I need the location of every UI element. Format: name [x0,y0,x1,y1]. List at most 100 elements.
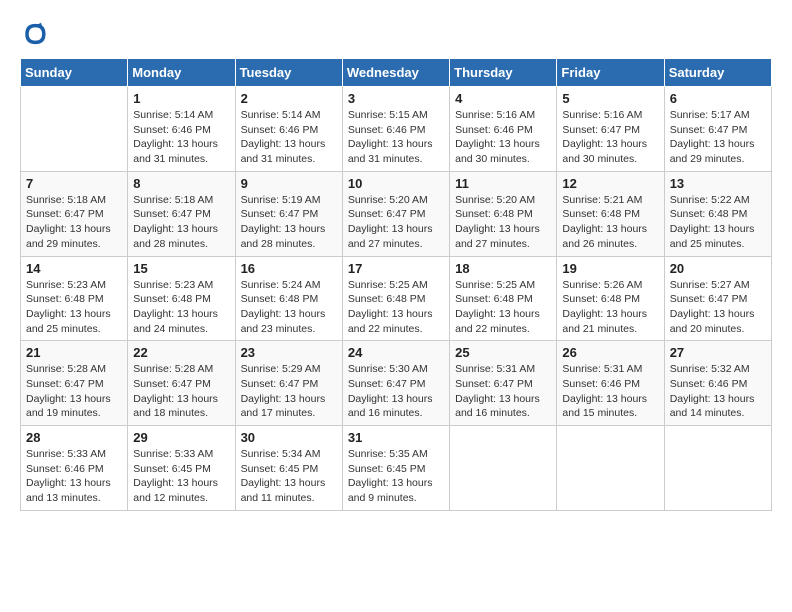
day-info: Sunrise: 5:34 AM Sunset: 6:45 PM Dayligh… [241,447,337,506]
day-number: 14 [26,261,122,276]
day-info: Sunrise: 5:23 AM Sunset: 6:48 PM Dayligh… [26,278,122,337]
calendar-cell: 20 Sunrise: 5:27 AM Sunset: 6:47 PM Dayl… [664,256,771,341]
day-number: 23 [241,345,337,360]
day-info: Sunrise: 5:15 AM Sunset: 6:46 PM Dayligh… [348,108,444,167]
day-number: 18 [455,261,551,276]
day-number: 21 [26,345,122,360]
day-info: Sunrise: 5:30 AM Sunset: 6:47 PM Dayligh… [348,362,444,421]
calendar-cell: 30 Sunrise: 5:34 AM Sunset: 6:45 PM Dayl… [235,426,342,511]
day-info: Sunrise: 5:20 AM Sunset: 6:48 PM Dayligh… [455,193,551,252]
calendar-cell [450,426,557,511]
weekday-header-row: SundayMondayTuesdayWednesdayThursdayFrid… [21,59,772,87]
day-info: Sunrise: 5:24 AM Sunset: 6:48 PM Dayligh… [241,278,337,337]
calendar-cell: 24 Sunrise: 5:30 AM Sunset: 6:47 PM Dayl… [342,341,449,426]
day-info: Sunrise: 5:19 AM Sunset: 6:47 PM Dayligh… [241,193,337,252]
calendar-cell: 13 Sunrise: 5:22 AM Sunset: 6:48 PM Dayl… [664,171,771,256]
day-number: 30 [241,430,337,445]
day-info: Sunrise: 5:20 AM Sunset: 6:47 PM Dayligh… [348,193,444,252]
calendar-cell: 28 Sunrise: 5:33 AM Sunset: 6:46 PM Dayl… [21,426,128,511]
calendar-cell: 10 Sunrise: 5:20 AM Sunset: 6:47 PM Dayl… [342,171,449,256]
day-number: 16 [241,261,337,276]
day-info: Sunrise: 5:16 AM Sunset: 6:47 PM Dayligh… [562,108,658,167]
day-number: 28 [26,430,122,445]
calendar-week-row: 1 Sunrise: 5:14 AM Sunset: 6:46 PM Dayli… [21,87,772,172]
calendar-cell: 23 Sunrise: 5:29 AM Sunset: 6:47 PM Dayl… [235,341,342,426]
day-info: Sunrise: 5:29 AM Sunset: 6:47 PM Dayligh… [241,362,337,421]
day-info: Sunrise: 5:21 AM Sunset: 6:48 PM Dayligh… [562,193,658,252]
day-number: 22 [133,345,229,360]
calendar-body: 1 Sunrise: 5:14 AM Sunset: 6:46 PM Dayli… [21,87,772,511]
calendar-cell: 5 Sunrise: 5:16 AM Sunset: 6:47 PM Dayli… [557,87,664,172]
calendar-cell: 21 Sunrise: 5:28 AM Sunset: 6:47 PM Dayl… [21,341,128,426]
logo [20,20,50,48]
day-number: 29 [133,430,229,445]
day-number: 27 [670,345,766,360]
day-info: Sunrise: 5:33 AM Sunset: 6:45 PM Dayligh… [133,447,229,506]
calendar-week-row: 28 Sunrise: 5:33 AM Sunset: 6:46 PM Dayl… [21,426,772,511]
calendar-cell: 16 Sunrise: 5:24 AM Sunset: 6:48 PM Dayl… [235,256,342,341]
day-info: Sunrise: 5:18 AM Sunset: 6:47 PM Dayligh… [26,193,122,252]
calendar-cell: 17 Sunrise: 5:25 AM Sunset: 6:48 PM Dayl… [342,256,449,341]
day-info: Sunrise: 5:25 AM Sunset: 6:48 PM Dayligh… [455,278,551,337]
calendar-cell: 18 Sunrise: 5:25 AM Sunset: 6:48 PM Dayl… [450,256,557,341]
day-number: 31 [348,430,444,445]
calendar-cell: 14 Sunrise: 5:23 AM Sunset: 6:48 PM Dayl… [21,256,128,341]
day-info: Sunrise: 5:31 AM Sunset: 6:47 PM Dayligh… [455,362,551,421]
calendar-cell: 12 Sunrise: 5:21 AM Sunset: 6:48 PM Dayl… [557,171,664,256]
weekday-header-cell: Friday [557,59,664,87]
day-info: Sunrise: 5:25 AM Sunset: 6:48 PM Dayligh… [348,278,444,337]
weekday-header-cell: Tuesday [235,59,342,87]
day-number: 13 [670,176,766,191]
day-info: Sunrise: 5:23 AM Sunset: 6:48 PM Dayligh… [133,278,229,337]
day-number: 17 [348,261,444,276]
calendar-cell: 8 Sunrise: 5:18 AM Sunset: 6:47 PM Dayli… [128,171,235,256]
page-header [20,20,772,48]
day-number: 10 [348,176,444,191]
weekday-header-cell: Sunday [21,59,128,87]
calendar-cell: 11 Sunrise: 5:20 AM Sunset: 6:48 PM Dayl… [450,171,557,256]
day-number: 15 [133,261,229,276]
logo-icon [20,20,48,48]
day-info: Sunrise: 5:32 AM Sunset: 6:46 PM Dayligh… [670,362,766,421]
day-number: 25 [455,345,551,360]
day-number: 6 [670,91,766,106]
day-number: 8 [133,176,229,191]
calendar-cell: 15 Sunrise: 5:23 AM Sunset: 6:48 PM Dayl… [128,256,235,341]
day-number: 2 [241,91,337,106]
day-number: 1 [133,91,229,106]
calendar-cell: 9 Sunrise: 5:19 AM Sunset: 6:47 PM Dayli… [235,171,342,256]
calendar-week-row: 21 Sunrise: 5:28 AM Sunset: 6:47 PM Dayl… [21,341,772,426]
day-info: Sunrise: 5:31 AM Sunset: 6:46 PM Dayligh… [562,362,658,421]
calendar-cell: 2 Sunrise: 5:14 AM Sunset: 6:46 PM Dayli… [235,87,342,172]
calendar-cell: 27 Sunrise: 5:32 AM Sunset: 6:46 PM Dayl… [664,341,771,426]
calendar-cell [664,426,771,511]
day-info: Sunrise: 5:28 AM Sunset: 6:47 PM Dayligh… [26,362,122,421]
calendar-cell [557,426,664,511]
day-number: 4 [455,91,551,106]
calendar-week-row: 14 Sunrise: 5:23 AM Sunset: 6:48 PM Dayl… [21,256,772,341]
day-number: 20 [670,261,766,276]
calendar-cell: 19 Sunrise: 5:26 AM Sunset: 6:48 PM Dayl… [557,256,664,341]
calendar-cell: 29 Sunrise: 5:33 AM Sunset: 6:45 PM Dayl… [128,426,235,511]
day-info: Sunrise: 5:26 AM Sunset: 6:48 PM Dayligh… [562,278,658,337]
day-info: Sunrise: 5:14 AM Sunset: 6:46 PM Dayligh… [241,108,337,167]
weekday-header-cell: Thursday [450,59,557,87]
calendar-table: SundayMondayTuesdayWednesdayThursdayFrid… [20,58,772,511]
day-info: Sunrise: 5:14 AM Sunset: 6:46 PM Dayligh… [133,108,229,167]
day-number: 12 [562,176,658,191]
day-info: Sunrise: 5:22 AM Sunset: 6:48 PM Dayligh… [670,193,766,252]
day-info: Sunrise: 5:27 AM Sunset: 6:47 PM Dayligh… [670,278,766,337]
calendar-cell: 7 Sunrise: 5:18 AM Sunset: 6:47 PM Dayli… [21,171,128,256]
calendar-cell [21,87,128,172]
day-info: Sunrise: 5:35 AM Sunset: 6:45 PM Dayligh… [348,447,444,506]
day-number: 7 [26,176,122,191]
weekday-header-cell: Wednesday [342,59,449,87]
calendar-cell: 31 Sunrise: 5:35 AM Sunset: 6:45 PM Dayl… [342,426,449,511]
calendar-cell: 22 Sunrise: 5:28 AM Sunset: 6:47 PM Dayl… [128,341,235,426]
calendar-cell: 3 Sunrise: 5:15 AM Sunset: 6:46 PM Dayli… [342,87,449,172]
weekday-header-cell: Saturday [664,59,771,87]
day-number: 3 [348,91,444,106]
calendar-week-row: 7 Sunrise: 5:18 AM Sunset: 6:47 PM Dayli… [21,171,772,256]
day-number: 11 [455,176,551,191]
day-number: 24 [348,345,444,360]
